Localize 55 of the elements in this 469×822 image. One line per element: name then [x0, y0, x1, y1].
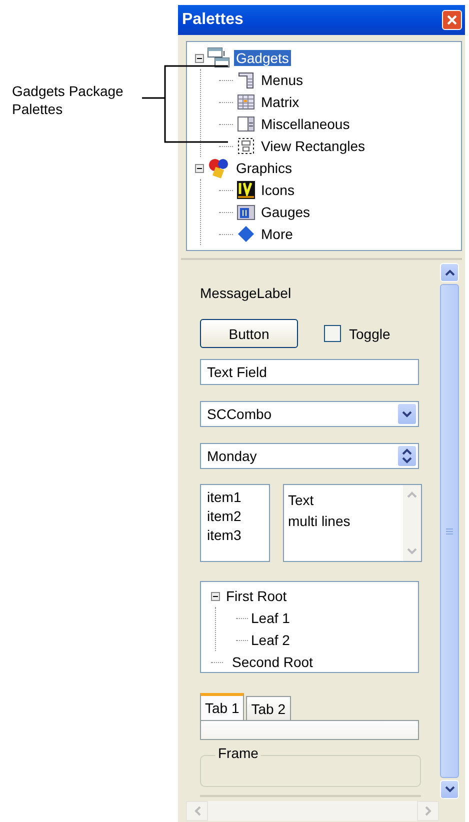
tree-item[interactable]: Menus [259, 72, 306, 88]
toggle-checkbox[interactable] [324, 325, 341, 342]
list-item[interactable]: item1 [207, 488, 263, 507]
message-label: MessageLabel [200, 285, 292, 301]
list-item[interactable]: item2 [207, 507, 263, 526]
tree-item[interactable]: First Root [226, 588, 287, 604]
spin-buttons[interactable] [398, 446, 416, 466]
spinner-field[interactable]: Monday [200, 443, 419, 469]
tree-item[interactable]: Gauges [259, 204, 312, 220]
windows-icon [207, 47, 231, 69]
tab[interactable]: Tab 1 [200, 693, 244, 720]
panel-icon [237, 115, 255, 133]
close-icon [446, 14, 458, 26]
tree-item[interactable]: More [259, 226, 295, 242]
dropdown-button[interactable] [398, 404, 416, 424]
scroll-up-button[interactable] [440, 263, 459, 282]
tree-item[interactable]: View Rectangles [259, 138, 368, 154]
callout-text: Gadgets Package Palettes [12, 82, 124, 118]
diamond-icon [237, 225, 255, 243]
collapse-toggle[interactable] [195, 164, 204, 172]
tree-item[interactable]: Miscellaneous [259, 116, 352, 132]
shapes-icon [207, 157, 231, 179]
tree-item[interactable]: Graphics [234, 160, 294, 176]
collapse-toggle[interactable] [195, 54, 204, 62]
menu-icon [237, 71, 255, 89]
toggle-label: Toggle [349, 326, 390, 342]
chevron-up-icon [406, 491, 418, 499]
window-title: Palettes [182, 11, 244, 29]
gauge-icon [237, 203, 255, 221]
grid-icon [237, 93, 255, 111]
text-field[interactable]: Text Field [200, 359, 419, 385]
chevron-down-icon [406, 547, 418, 555]
tree-item[interactable]: Second Root [232, 654, 313, 670]
tree-item[interactable]: Matrix [259, 94, 302, 110]
frame-label: Frame [215, 745, 262, 761]
chevron-left-icon [194, 806, 200, 816]
chevron-right-icon [424, 806, 432, 816]
chevron-up-icon [444, 269, 454, 276]
chevron-down-icon [444, 786, 454, 793]
tree-item[interactable]: Leaf 2 [251, 632, 290, 648]
dashed-frame-icon [237, 137, 255, 155]
close-button[interactable] [442, 10, 462, 30]
combo-box[interactable]: SCCombo [200, 401, 419, 427]
tree-item[interactable]: Icons [259, 182, 296, 198]
collapse-toggle[interactable] [211, 592, 220, 600]
tree-item[interactable]: Gadgets [234, 50, 291, 66]
tree-item[interactable]: Leaf 1 [251, 610, 290, 626]
tab[interactable]: Tab 2 [246, 696, 290, 720]
chevron-down-icon [402, 410, 412, 418]
list-item[interactable]: item3 [207, 526, 263, 545]
up-down-arrows-icon [402, 448, 412, 464]
text-area-scrollbar[interactable] [403, 485, 421, 561]
sample-button[interactable]: Button [200, 319, 298, 348]
image-icon [237, 181, 255, 199]
scroll-down-button[interactable] [440, 780, 459, 799]
